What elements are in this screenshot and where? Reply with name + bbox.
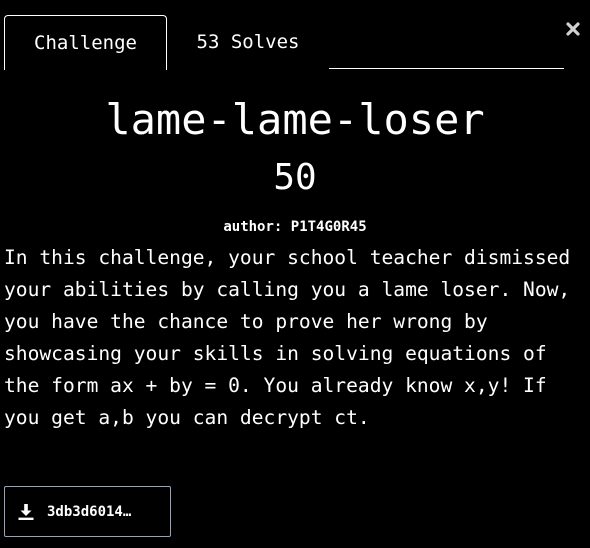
close-button[interactable]	[562, 18, 584, 44]
tab-challenge-label: Challenge	[34, 32, 137, 54]
challenge-points: 50	[273, 157, 317, 198]
tab-challenge[interactable]: Challenge	[4, 15, 167, 70]
challenge-tabs: Challenge 53 Solves	[4, 15, 564, 71]
tab-solves[interactable]: 53 Solves	[176, 15, 320, 68]
challenge-author: author: P1T4G0R45	[223, 219, 367, 235]
file-name: 3db3d6014…	[47, 503, 132, 520]
download-icon	[17, 503, 35, 521]
tab-solves-label: 53 Solves	[196, 30, 300, 53]
tab-underline	[329, 68, 564, 69]
close-icon	[565, 21, 581, 41]
challenge-title: lame-lame-loser	[105, 95, 485, 144]
challenge-description: In this challenge, your school teacher d…	[4, 246, 571, 429]
file-download-button[interactable]: 3db3d6014…	[4, 486, 171, 537]
